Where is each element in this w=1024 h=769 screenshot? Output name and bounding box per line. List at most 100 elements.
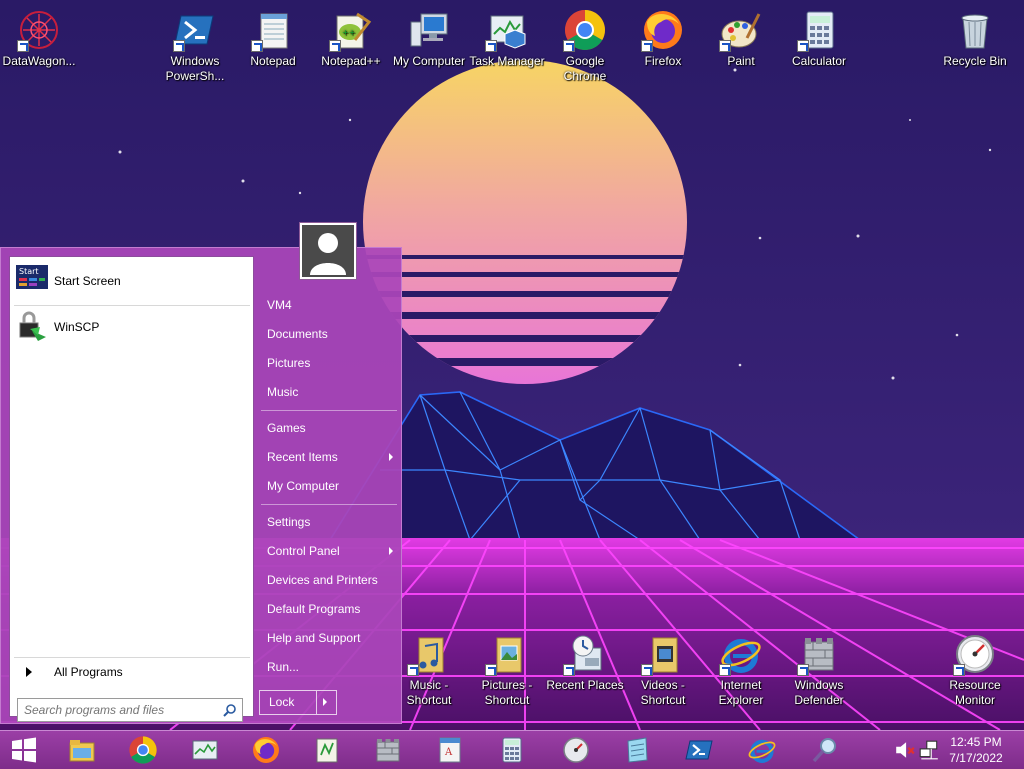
icon-label: Windows PowerSh... — [165, 54, 225, 83]
start-item-label: VM4 — [267, 298, 292, 312]
lock-options-arrow-icon[interactable] — [323, 698, 327, 706]
desktop-icon-resource-monitor[interactable]: Resource Monitor — [936, 626, 1014, 708]
windows-defender-icon — [376, 739, 400, 762]
start-item-pictures[interactable]: Pictures — [259, 350, 399, 376]
start-item-music[interactable]: Music — [259, 379, 399, 405]
winscp-icon — [16, 311, 48, 343]
start-item-help-and-support[interactable]: Help and Support — [259, 625, 399, 651]
icon-label: Windows Defender — [794, 678, 844, 707]
wordpad-icon: A — [439, 737, 461, 763]
start-item-label: Documents — [267, 327, 328, 341]
desktop-icon-notepad[interactable]: Notepad — [234, 2, 312, 69]
icon-label: Google Chrome — [563, 54, 607, 83]
icon-label: Notepad — [250, 54, 296, 68]
start-menu: Start Start Screen WinSCP All Programs V… — [0, 247, 402, 724]
desktop-icon-paint[interactable]: Paint — [702, 2, 780, 69]
pinned-item-winscp[interactable]: WinSCP — [14, 309, 250, 345]
start-item-label: Games — [267, 421, 306, 435]
start-item-my-computer[interactable]: My Computer — [259, 473, 399, 499]
search-input[interactable] — [18, 702, 223, 718]
start-item-default-programs[interactable]: Default Programs — [259, 596, 399, 622]
user-avatar[interactable] — [300, 223, 356, 279]
start-item-run[interactable]: Run... — [259, 654, 399, 680]
desktop-icon-datawagon[interactable]: DataWagon... — [0, 2, 78, 69]
taskbar-chrome[interactable] — [117, 733, 169, 767]
start-item-label: My Computer — [267, 479, 340, 493]
icon-label: DataWagon... — [2, 54, 76, 68]
taskbar-task-manager[interactable] — [179, 733, 231, 767]
start-right-separator — [261, 410, 397, 411]
desktop-icon-notepadpp[interactable]: ++ Notepad++ — [312, 2, 390, 69]
submenu-arrow-icon — [389, 453, 393, 461]
start-item-vm4[interactable]: VM4 — [259, 292, 399, 318]
desktop-icon-windows-defender[interactable]: Windows Defender — [780, 626, 858, 708]
icon-label: My Computer — [392, 54, 466, 68]
magnifier-icon — [812, 738, 836, 763]
desktop-icon-pictures-shortcut[interactable]: Pictures - Shortcut — [468, 626, 546, 708]
search-icon[interactable] — [223, 703, 237, 717]
desktop-icon-recycle-bin[interactable]: Recycle Bin — [936, 2, 1014, 69]
taskbar-notepadpp[interactable] — [301, 733, 353, 767]
icon-label: Calculator — [791, 54, 847, 68]
start-item-label: Settings — [267, 515, 311, 529]
windows-logo-icon — [12, 737, 36, 763]
start-item-settings[interactable]: Settings — [259, 509, 399, 535]
desktop-icon-my-computer[interactable]: My Computer — [390, 2, 468, 69]
icon-label: Paint — [727, 54, 755, 68]
taskbar-file-explorer[interactable] — [56, 733, 108, 767]
search-box[interactable] — [17, 698, 243, 722]
start-item-games[interactable]: Games — [259, 415, 399, 441]
desktop-icon-videos-shortcut[interactable]: Videos - Shortcut — [624, 626, 702, 708]
desktop-icon-task-manager[interactable]: Task Manager — [468, 2, 546, 69]
taskbar-firefox[interactable] — [240, 733, 292, 767]
all-programs-button[interactable]: All Programs — [14, 661, 250, 683]
start-item-devices-and-printers[interactable]: Devices and Printers — [259, 567, 399, 593]
clock-time: 12:45 PM — [950, 735, 1002, 749]
start-screen-tile-text: Start — [19, 267, 39, 276]
icon-label: Recycle Bin — [943, 54, 1007, 68]
notepadpp-icon — [316, 738, 338, 763]
submenu-arrow-icon — [389, 547, 393, 555]
desktop-icon-powershell[interactable]: Windows PowerSh... — [156, 2, 234, 84]
powershell-icon — [685, 740, 713, 760]
svg-text:A: A — [444, 747, 453, 758]
icon-label: Task Manager — [469, 54, 545, 68]
user-icon — [302, 225, 354, 277]
start-screen-icon: Start — [16, 265, 48, 297]
desktop-icon-internet-explorer[interactable]: Internet Explorer — [702, 626, 780, 708]
taskbar-clock[interactable]: 12:45 PM 7/17/2022 — [936, 734, 1016, 766]
start-item-recent-items[interactable]: Recent Items — [259, 444, 399, 470]
taskbar-internet-explorer[interactable] — [736, 733, 788, 767]
desktop-icon-calculator[interactable]: Calculator — [780, 2, 858, 69]
taskbar-windows-defender[interactable] — [362, 733, 414, 767]
lock-button[interactable]: Lock — [259, 690, 337, 715]
icon-label: Videos - Shortcut — [640, 678, 686, 707]
icon-label: Pictures - Shortcut — [481, 678, 533, 707]
recycle-bin-icon — [961, 14, 989, 49]
pinned-item-start-screen[interactable]: Start Start Screen — [14, 263, 250, 299]
taskbar-wordpad[interactable]: A — [424, 733, 476, 767]
volume-muted-icon[interactable] — [894, 733, 916, 767]
start-button[interactable] — [0, 733, 48, 767]
lock-label: Lock — [269, 695, 295, 709]
desktop-icon-chrome[interactable]: Google Chrome — [546, 2, 624, 84]
pinned-item-label: Start Screen — [54, 274, 121, 288]
taskbar: A 12:45 PM 7/17/2022 — [0, 730, 1024, 769]
start-item-documents[interactable]: Documents — [259, 321, 399, 347]
pinned-separator — [14, 305, 250, 306]
icon-label: Recent Places — [546, 678, 624, 692]
start-right-separator — [261, 504, 397, 505]
desktop-icon-recent-places[interactable]: Recent Places — [546, 626, 624, 693]
taskbar-resource-monitor[interactable] — [550, 733, 602, 767]
taskbar-notepad[interactable] — [611, 733, 663, 767]
start-item-label: Help and Support — [267, 631, 361, 645]
start-item-control-panel[interactable]: Control Panel — [259, 538, 399, 564]
taskbar-calculator[interactable] — [486, 733, 538, 767]
chrome-icon — [129, 736, 157, 764]
all-programs-label: All Programs — [54, 665, 123, 679]
desktop-icon-firefox[interactable]: Firefox — [624, 2, 702, 69]
taskbar-powershell[interactable] — [673, 733, 725, 767]
taskbar-magnifier[interactable] — [799, 733, 851, 767]
lock-split-divider — [316, 691, 317, 714]
start-item-label: Recent Items — [267, 450, 338, 464]
